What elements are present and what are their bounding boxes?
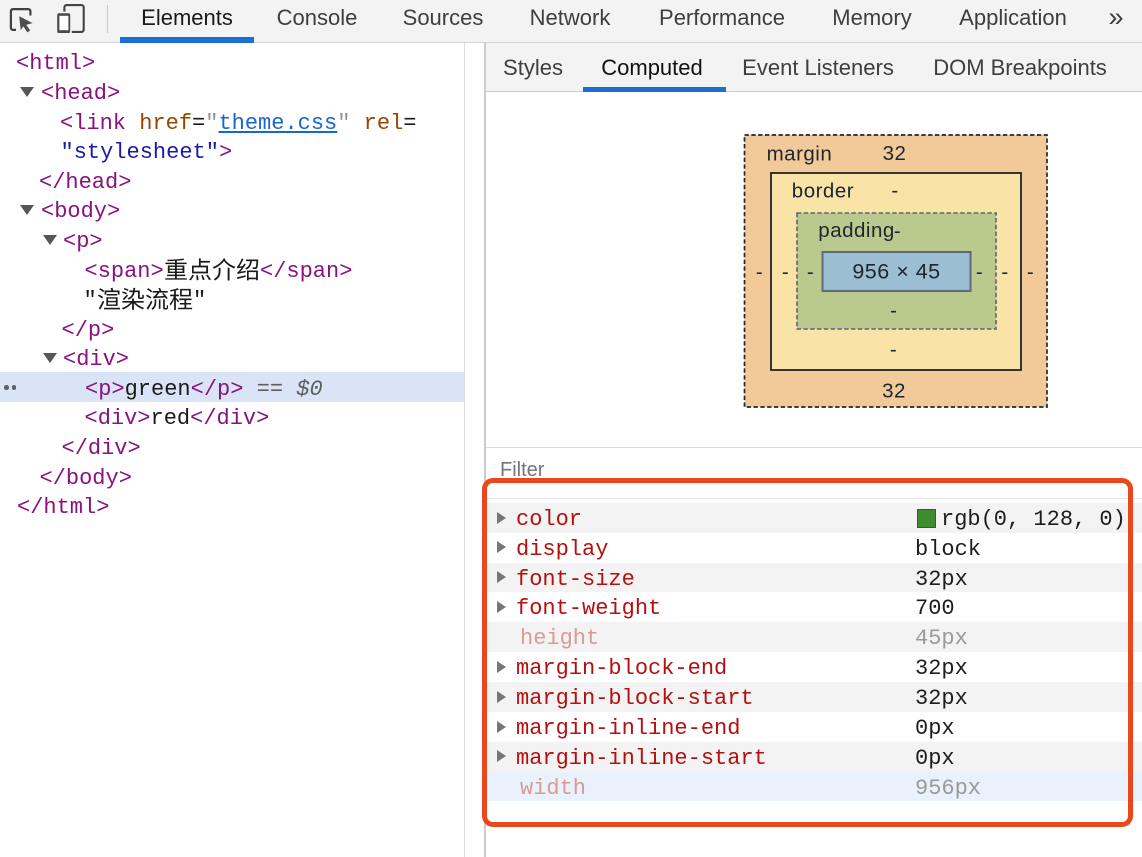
svg-text:-: - [756,261,763,284]
svg-text:-: - [807,261,814,284]
svg-text:32: 32 [883,142,907,165]
svg-text:-: - [890,338,897,361]
svg-text:margin: margin [767,143,833,166]
svg-text:32: 32 [882,380,906,403]
svg-text:-: - [782,261,789,284]
svg-text:padding: padding [818,219,894,242]
svg-text:border: border [792,180,854,203]
svg-text:956 × 45: 956 × 45 [852,260,940,284]
svg-text:-: - [1027,261,1034,284]
svg-text:-: - [890,299,897,322]
svg-text:-: - [894,220,901,243]
svg-text:-: - [1001,261,1008,284]
svg-text:-: - [976,261,983,284]
svg-text:-: - [891,179,898,202]
